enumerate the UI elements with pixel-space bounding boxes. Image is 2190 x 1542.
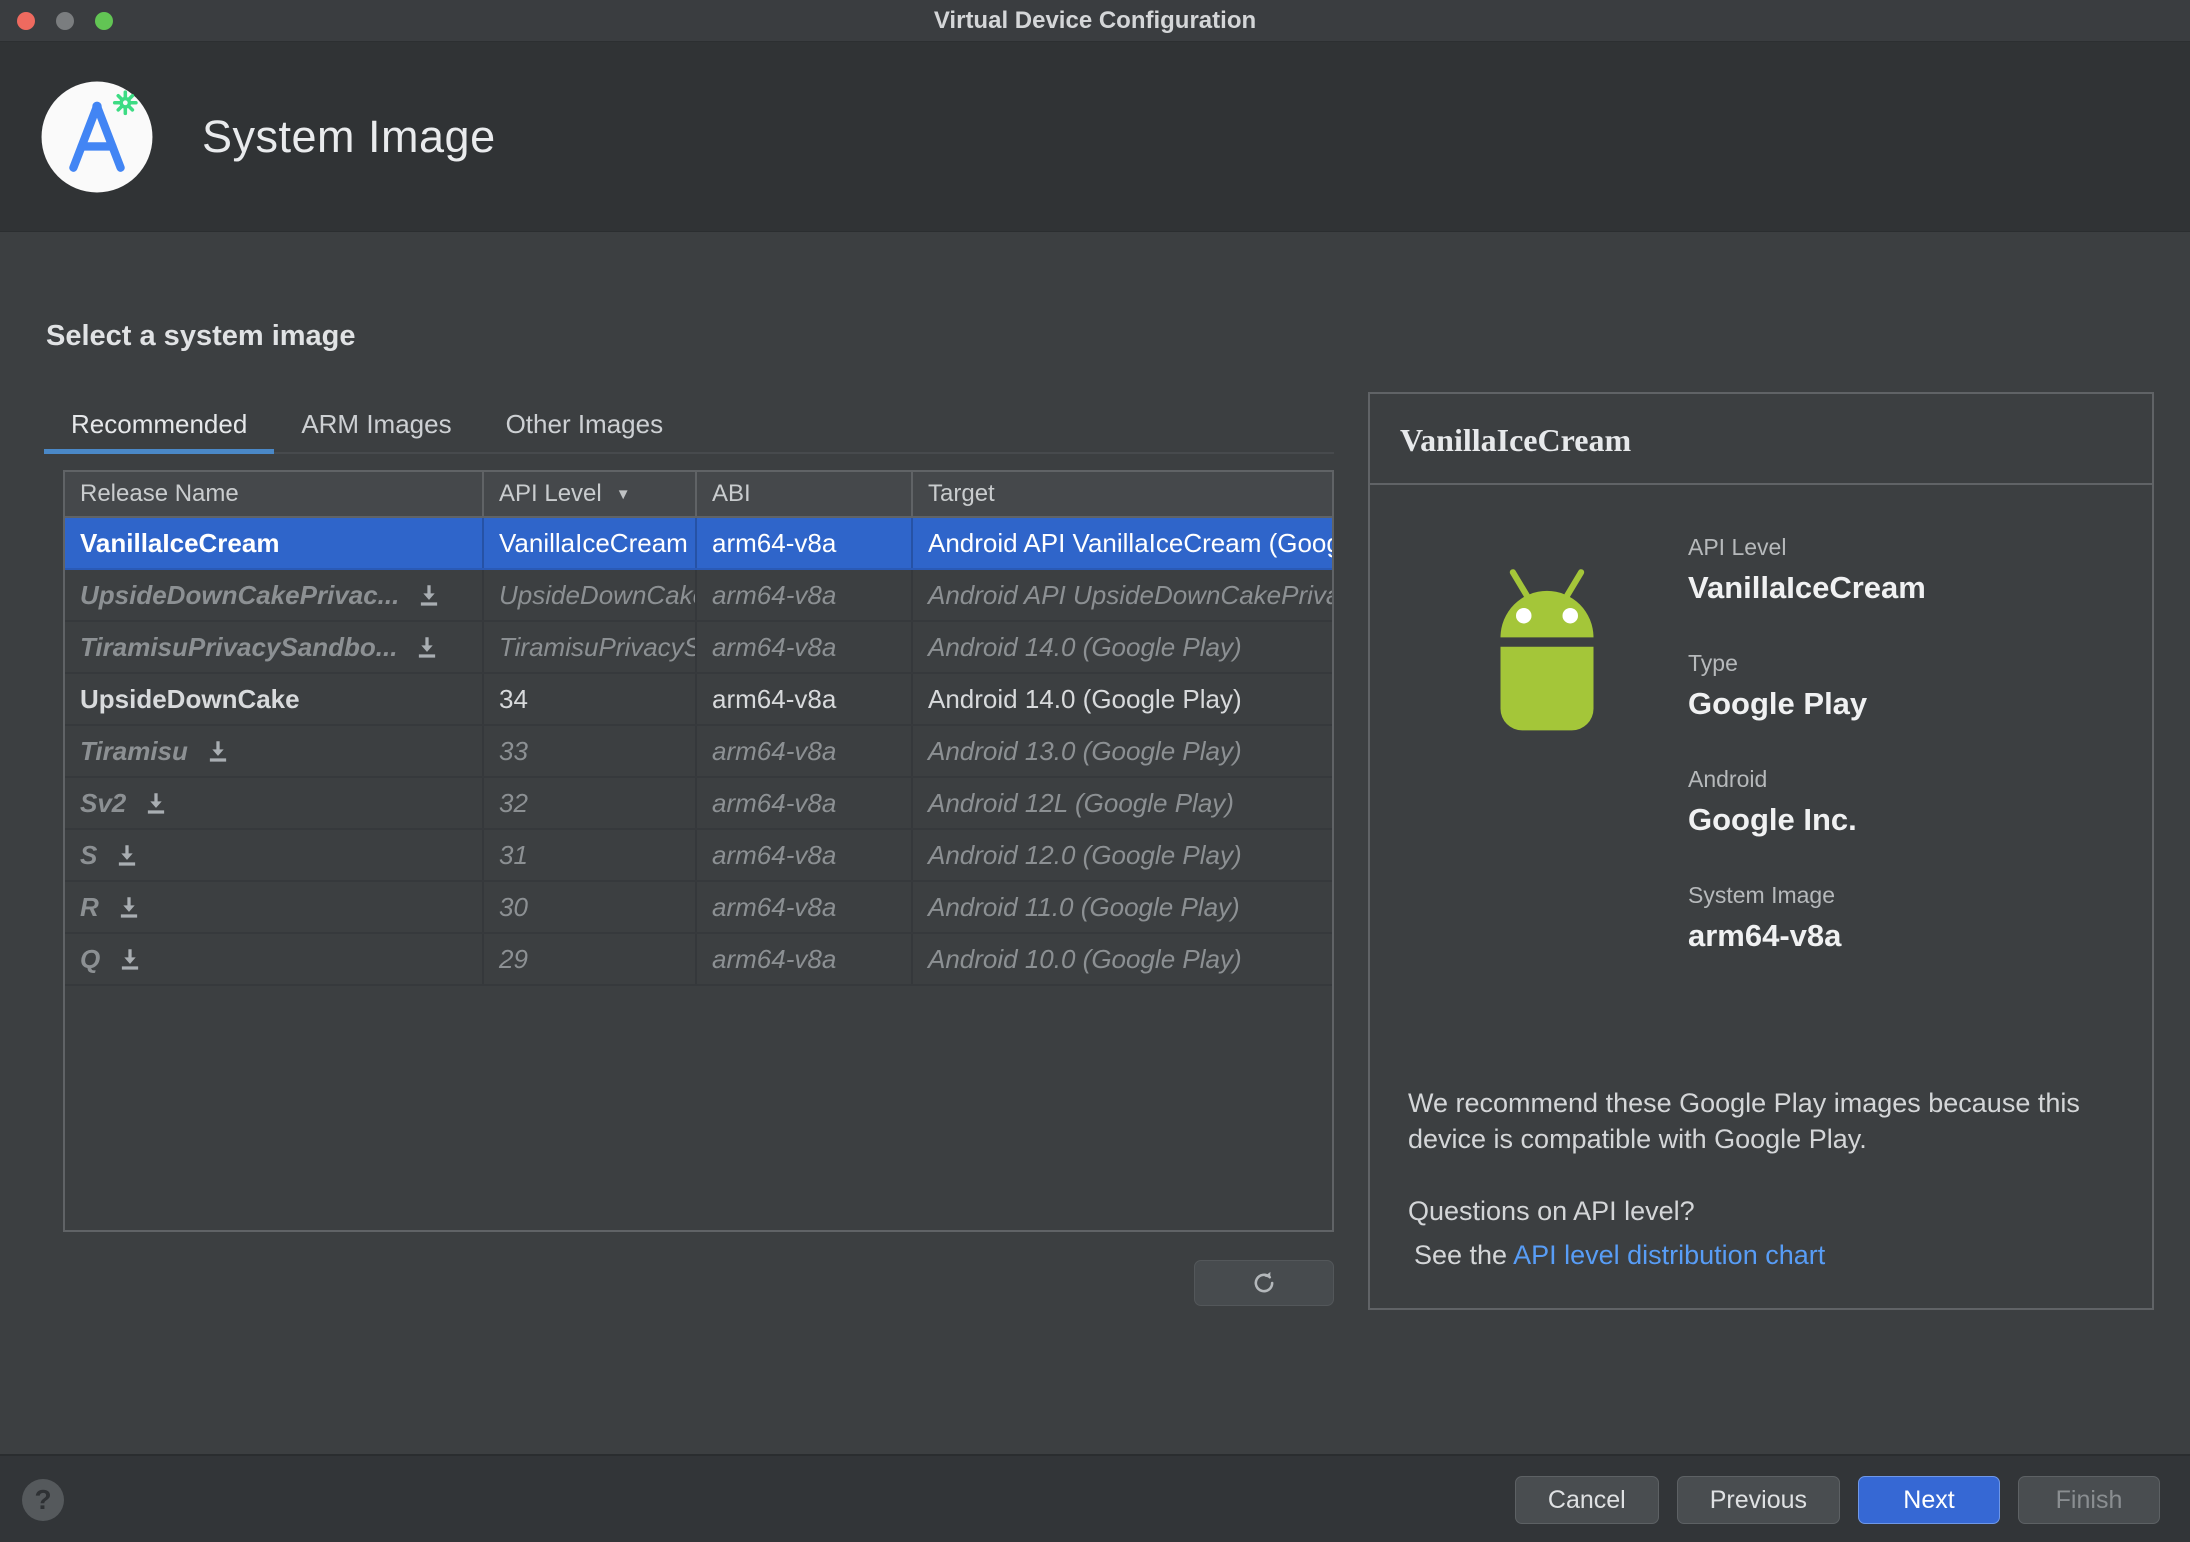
system-image-table: Release Name API Level ▼ ABI Target Vani… <box>63 470 1334 1232</box>
details-title: VanillaIceCream <box>1370 394 2152 485</box>
abi-cell: arm64-v8a <box>697 622 913 672</box>
table-row-upsidedowncakeprivacysandbox[interactable]: UpsideDownCakePrivac... UpsideDownCakePr… <box>65 570 1332 622</box>
column-header-release-name[interactable]: Release Name <box>65 472 484 516</box>
footer-buttons: Cancel Previous Next Finish <box>1514 1476 2160 1524</box>
traffic-lights <box>17 0 113 42</box>
field-api-level: API Level VanillaIceCream <box>1688 534 1926 605</box>
window-titlebar: Virtual Device Configuration <box>0 0 2190 42</box>
column-header-abi[interactable]: ABI <box>697 472 913 516</box>
refresh-button[interactable] <box>1194 1260 1334 1306</box>
api-level-question: Questions on API level? <box>1408 1196 1695 1226</box>
table-row-sv2[interactable]: Sv2 32 arm64-v8a Android 12L (Google Pla… <box>65 778 1332 830</box>
abi-cell: arm64-v8a <box>697 778 913 828</box>
column-header-target[interactable]: Target <box>913 472 1332 516</box>
field-system-image: System Image arm64-v8a <box>1688 882 1842 953</box>
page-title: System Image <box>202 110 496 162</box>
download-icon[interactable] <box>414 634 440 660</box>
target-cell: Android 12.0 (Google Play) <box>928 839 1242 870</box>
table-row-upsidedowncake[interactable]: UpsideDownCake 34 arm64-v8a Android 14.0… <box>65 674 1332 726</box>
target-cell: Android 13.0 (Google Play) <box>928 735 1242 766</box>
question-icon: ? <box>34 1484 52 1515</box>
image-tabs: Recommended ARM Images Other Images <box>44 396 1334 454</box>
target-cell: Android 12L (Google Play) <box>928 787 1234 818</box>
tab-other-images[interactable]: Other Images <box>479 396 691 452</box>
table-row-s[interactable]: S 31 arm64-v8a Android 12.0 (Google Play… <box>65 830 1332 882</box>
release-name: UpsideDownCake <box>80 683 300 714</box>
close-window-button[interactable] <box>17 12 35 30</box>
target-cell: Android API UpsideDownCakePrivacySandbox… <box>928 579 1332 610</box>
refresh-icon <box>1254 1271 1274 1293</box>
release-name: TiramisuPrivacySandbo... <box>80 631 398 662</box>
api-level-cell: 33 <box>484 726 697 776</box>
target-cell: Android 11.0 (Google Play) <box>928 891 1240 922</box>
release-name: R <box>80 891 99 922</box>
release-name: Sv2 <box>80 787 127 818</box>
minimize-window-button[interactable] <box>56 12 74 30</box>
release-name: UpsideDownCakePrivac... <box>80 579 400 610</box>
abi-cell: arm64-v8a <box>697 726 913 776</box>
section-heading: Select a system image <box>46 320 356 352</box>
dialog-footer: ? Cancel Previous Next Finish <box>0 1454 2190 1542</box>
table-header: Release Name API Level ▼ ABI Target <box>65 472 1332 518</box>
api-level-cell: 30 <box>484 882 697 932</box>
android-studio-logo-icon <box>41 81 153 192</box>
abi-cell: arm64-v8a <box>697 934 913 984</box>
sort-descending-icon: ▼ <box>615 485 631 503</box>
target-cell: Android API VanillaIceCream (Google Play… <box>928 527 1332 558</box>
field-type: Type Google Play <box>1688 650 1868 721</box>
api-distribution-chart-link[interactable]: API level distribution chart <box>1513 1240 1825 1270</box>
release-name: VanillaIceCream <box>80 527 280 558</box>
download-icon[interactable] <box>205 738 231 764</box>
recommendation-text: We recommend these Google Play images be… <box>1408 1088 2080 1154</box>
table-row-q[interactable]: Q 29 arm64-v8a Android 10.0 (Google Play… <box>65 934 1332 986</box>
download-icon[interactable] <box>114 842 140 868</box>
previous-button[interactable]: Previous <box>1676 1476 1840 1524</box>
api-level-cell: 32 <box>484 778 697 828</box>
abi-cell: arm64-v8a <box>697 518 913 568</box>
cancel-button[interactable]: Cancel <box>1514 1476 1659 1524</box>
release-name: Tiramisu <box>80 735 188 766</box>
system-image-details-panel: VanillaIceCream API Level VanillaIceCrea… <box>1368 392 2154 1310</box>
next-button[interactable]: Next <box>1858 1476 2000 1524</box>
release-name: S <box>80 839 98 870</box>
see-the-line: See the API level distribution chart <box>1414 1240 1826 1270</box>
download-icon[interactable] <box>143 790 169 816</box>
api-level-cell: 34 <box>484 674 697 724</box>
abi-cell: arm64-v8a <box>697 570 913 620</box>
android-robot-icon <box>1500 569 1594 731</box>
tab-arm-images[interactable]: ARM Images <box>274 396 478 452</box>
api-level-cell: VanillaIceCream <box>484 518 697 568</box>
wizard-header: System Image <box>0 42 2190 232</box>
table-row-r[interactable]: R 30 arm64-v8a Android 11.0 (Google Play… <box>65 882 1332 934</box>
abi-cell: arm64-v8a <box>697 830 913 880</box>
api-level-cell: TiramisuPrivacySandbox <box>484 622 697 672</box>
table-row-vanillaicecream[interactable]: VanillaIceCream VanillaIceCream arm64-v8… <box>65 518 1332 570</box>
target-cell: Android 10.0 (Google Play) <box>928 943 1242 974</box>
download-icon[interactable] <box>116 894 142 920</box>
download-icon[interactable] <box>117 946 143 972</box>
download-icon[interactable] <box>416 582 442 608</box>
abi-cell: arm64-v8a <box>697 674 913 724</box>
field-android-vendor: Android Google Inc. <box>1688 766 1857 837</box>
column-header-api-level[interactable]: API Level ▼ <box>484 472 697 516</box>
abi-cell: arm64-v8a <box>697 882 913 932</box>
release-name: Q <box>80 943 101 974</box>
table-row-tiramisu[interactable]: Tiramisu 33 arm64-v8a Android 13.0 (Goog… <box>65 726 1332 778</box>
details-fields: API Level VanillaIceCream Type Google Pl… <box>1688 534 1926 954</box>
zoom-window-button[interactable] <box>95 12 113 30</box>
help-button[interactable]: ? <box>22 1479 64 1521</box>
api-level-cell: UpsideDownCakePrivacySandbox <box>484 570 697 620</box>
api-level-cell: 31 <box>484 830 697 880</box>
target-cell: Android 14.0 (Google Play) <box>928 683 1242 714</box>
finish-button[interactable]: Finish <box>2018 1476 2160 1524</box>
target-cell: Android 14.0 (Google Play) <box>928 631 1242 662</box>
window-title: Virtual Device Configuration <box>933 6 1257 34</box>
table-row-tiramisuprivacysandbox[interactable]: TiramisuPrivacySandbo... TiramisuPrivacy… <box>65 622 1332 674</box>
api-level-cell: 29 <box>484 934 697 984</box>
tab-recommended[interactable]: Recommended <box>44 396 275 454</box>
